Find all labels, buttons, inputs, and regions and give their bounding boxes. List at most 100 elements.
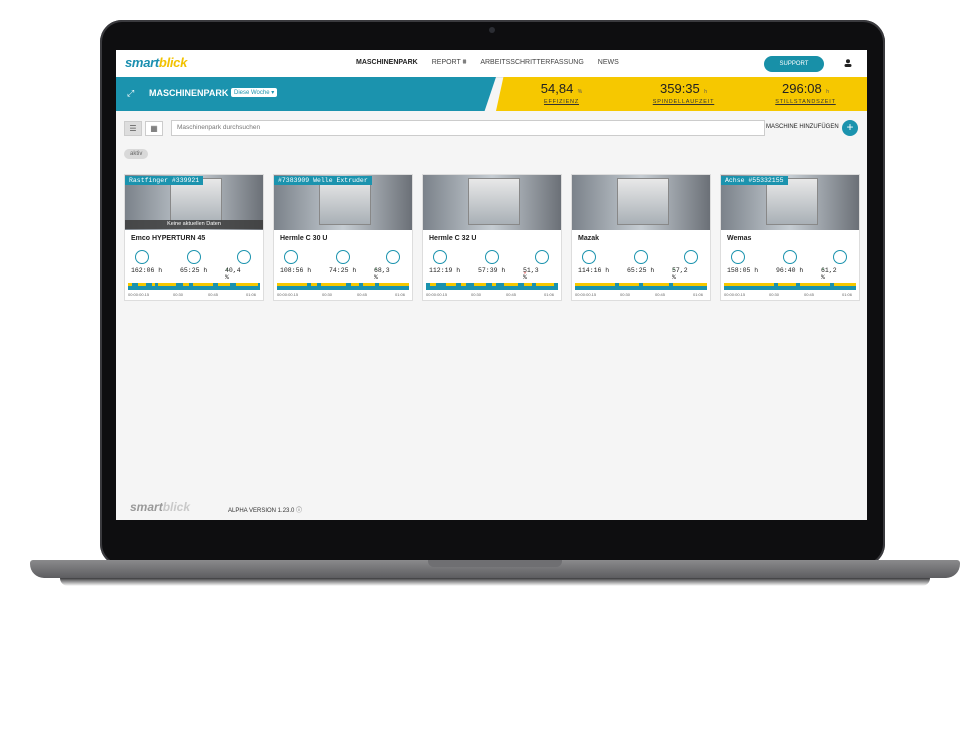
timeline-segment: [446, 283, 456, 286]
app-screen: smartblick MASCHINENPARK REPORT ⩩ ARBEIT…: [116, 50, 867, 520]
spindle-icon: [783, 250, 797, 264]
machine-name: Hermle C 32 U: [429, 235, 477, 242]
activity-timeline: [575, 283, 707, 290]
nav-item-maschinenpark[interactable]: MASCHINENPARK: [356, 59, 418, 67]
timeline-segment: [138, 283, 146, 286]
timeline-segment: [492, 283, 496, 286]
runtime-value: 158:05 h: [727, 267, 759, 274]
search-input[interactable]: Maschinenpark durchsuchen: [171, 120, 765, 136]
top-nav: smartblick MASCHINENPARK REPORT ⩩ ARBEIT…: [116, 50, 867, 78]
timeline-segment: [152, 283, 155, 286]
timeline-segment: [673, 283, 707, 286]
timeline-segment: [351, 283, 359, 286]
power-icon: [582, 250, 596, 264]
efficiency-icon: [684, 250, 698, 264]
runtime-value: 162:06 h: [131, 267, 163, 274]
efficiency-value: 51,3 %: [523, 267, 539, 281]
timeline-segment: [277, 283, 307, 286]
efficiency-value: 40,4 %: [225, 267, 241, 281]
kpi-spindle-runtime: 359:35 h SPINDELLAUFZEIT: [652, 81, 715, 105]
expand-icon[interactable]: ⤢: [127, 88, 134, 99]
runtime-value: 114:16 h: [578, 267, 610, 274]
machine-card[interactable]: Mazak 114:16 h 65:25 h ⌃ 57,2 % 00:00:00…: [571, 174, 711, 301]
machine-name: Mazak: [578, 235, 600, 242]
no-data-banner: Keine aktuellen Daten: [125, 220, 263, 229]
machine-card[interactable]: Achse #55332155 Wemas 158:05 h 96:40 h ⌃…: [720, 174, 860, 301]
laptop-shadow: [60, 578, 930, 586]
laptop-base: [30, 560, 960, 578]
filter-chip-active[interactable]: aktiv: [124, 149, 149, 159]
timeline-segment: [311, 283, 317, 286]
timeline-segment: [183, 283, 189, 286]
app-logo[interactable]: smartblick: [125, 55, 187, 70]
nav-item-news[interactable]: NEWS: [598, 59, 619, 67]
kpi-downtime: 296:08 h STILLSTANDSZEIT: [775, 81, 836, 105]
camera: [489, 27, 495, 33]
nav-item-report[interactable]: REPORT ⩩: [432, 59, 467, 67]
nav-links: MASCHINENPARK REPORT ⩩ ARBEITSSCHRITTERF…: [356, 59, 619, 67]
timeline-segment: [524, 283, 532, 286]
timeline-segment: [128, 283, 132, 286]
timeline-segment: [575, 283, 615, 286]
version-label: ALPHA VERSION 1.23.0 ⓘ: [228, 508, 303, 514]
timeline-segment: [778, 283, 796, 286]
timeline-segment: [218, 283, 230, 286]
efficiency-value: 61,2 %: [821, 267, 837, 281]
add-machine-button[interactable]: +: [842, 120, 858, 136]
machine-tag: Achse #55332155: [721, 176, 788, 185]
grid-view-button[interactable]: ▦: [145, 121, 163, 136]
timeline-segment: [430, 283, 436, 286]
efficiency-value: 57,2 %: [672, 267, 688, 281]
power-icon: [284, 250, 298, 264]
runtime-value: 108:56 h: [280, 267, 312, 274]
timeline-segment: [800, 283, 830, 286]
runtime-value: 112:19 h: [429, 267, 461, 274]
timeline-segment: [474, 283, 486, 286]
header-band: ⤢ MASCHINENPARK Diese Woche ▾: [116, 77, 496, 111]
activity-timeline: [128, 283, 260, 290]
power-icon: [433, 250, 447, 264]
timeline-segment: [504, 283, 518, 286]
timeline-segment: [363, 283, 375, 286]
laptop-lid: smartblick MASCHINENPARK REPORT ⩩ ARBEIT…: [100, 20, 885, 566]
timeline-segment: [834, 283, 856, 286]
spindle-value: 65:25 h: [627, 267, 655, 274]
efficiency-icon: [386, 250, 400, 264]
efficiency-value: 68,3 %: [374, 267, 390, 281]
spindle-icon: [336, 250, 350, 264]
machine-card[interactable]: Hermle C 32 U 112:19 h 57:39 h ⌄ 51,3 % …: [422, 174, 562, 301]
add-machine-label[interactable]: MASCHINE HINZUFÜGEN: [766, 124, 839, 130]
efficiency-icon: [535, 250, 549, 264]
machine-name: Hermle C 30 U: [280, 235, 328, 242]
kpi-band: 54,84 % EFFIZIENZ 359:35 h SPINDELLAUFZE…: [496, 77, 867, 111]
machine-name: Wemas: [727, 235, 752, 242]
list-view-button[interactable]: ☰: [124, 121, 142, 136]
period-dropdown[interactable]: Diese Woche ▾: [231, 88, 278, 97]
page-title: MASCHINENPARK: [149, 88, 229, 98]
activity-timeline: [426, 283, 558, 290]
timeline-segment: [321, 283, 346, 286]
spindle-value: 65:25 h: [180, 267, 208, 274]
spindle-icon: [187, 250, 201, 264]
activity-timeline: [724, 283, 856, 290]
kpi-efficiency: 54,84 % EFFIZIENZ: [540, 81, 583, 105]
timeline-segment: [461, 283, 466, 286]
power-icon: [731, 250, 745, 264]
nav-item-arbeitsschritterfassung[interactable]: ARBEITSSCHRITTERFASSUNG: [480, 59, 583, 67]
machine-card[interactable]: Rastfinger #339921 Keine aktuellen Daten…: [124, 174, 264, 301]
timeline-segment: [193, 283, 213, 286]
spindle-value: 96:40 h: [776, 267, 804, 274]
machine-name: Emco HYPERTURN 45: [131, 235, 206, 242]
machine-card[interactable]: #7383909 Welle Extruder Hermle C 30 U 10…: [273, 174, 413, 301]
user-icon[interactable]: [844, 59, 852, 67]
spindle-value: 57:39 h: [478, 267, 506, 274]
power-icon: [135, 250, 149, 264]
spindle-icon: [485, 250, 499, 264]
support-button[interactable]: SUPPORT: [764, 56, 824, 72]
footer-logo: smartblick: [130, 500, 191, 514]
laptop-notch: [428, 560, 562, 567]
efficiency-icon: [237, 250, 251, 264]
timeline-segment: [379, 283, 409, 286]
machine-photo: [572, 175, 710, 230]
machine-photo: [423, 175, 561, 230]
